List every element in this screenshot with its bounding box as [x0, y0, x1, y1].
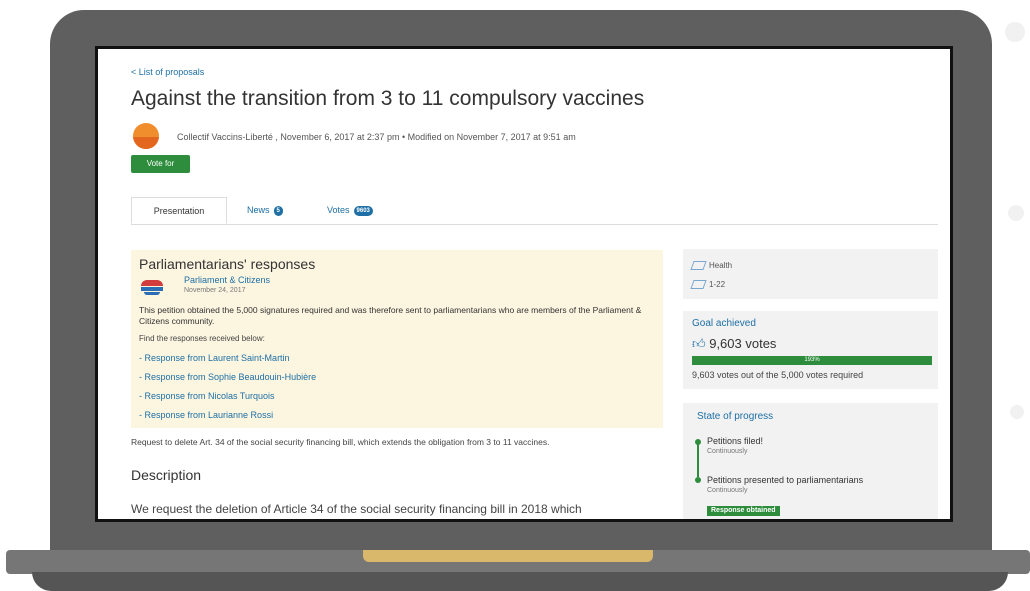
tag-icon [690, 261, 707, 271]
response-obtained-badge: Response obtained [707, 506, 780, 516]
step-title: Petitions filed! [707, 436, 764, 446]
author-avatar [133, 123, 159, 149]
page-title: Against the transition from 3 to 11 comp… [131, 87, 645, 110]
tag-health[interactable]: Health [690, 261, 732, 271]
response-link[interactable]: - Response from Nicolas Turquois [139, 391, 275, 401]
tag-district[interactable]: 1-22 [690, 280, 725, 290]
step-dot [695, 439, 701, 445]
tab-presentation[interactable]: Presentation [131, 197, 227, 224]
tag-icon [690, 280, 707, 290]
thumbs-up-icon: 👍︎ [692, 336, 706, 351]
background-dot [1008, 205, 1024, 221]
tab-news[interactable]: News 5 [247, 197, 283, 224]
response-link[interactable]: - Response from Laurianne Rossi [139, 410, 273, 420]
org-name-link[interactable]: Parliament & Citizens [184, 275, 270, 285]
find-responses-text: Find the responses received below: [139, 334, 265, 343]
description-heading: Description [131, 467, 202, 483]
tab-bar: Presentation News 5 Votes 9603 [131, 197, 938, 225]
parliament-citizens-logo [141, 280, 163, 296]
responses-panel: Parliamentarians' responses Parliament &… [131, 250, 663, 428]
chevron-left-icon: < [131, 67, 139, 77]
request-text: Request to delete Art. 34 of the social … [131, 437, 550, 447]
step-sub: Continuously [707, 448, 748, 455]
response-link[interactable]: - Response from Laurent Saint-Martin [139, 353, 290, 363]
progress-panel: State of progress Petitions filed! Conti… [683, 403, 938, 519]
goal-label: Goal achieved [692, 318, 756, 329]
responses-heading: Parliamentarians' responses [139, 256, 316, 272]
progress-heading: State of progress [697, 411, 774, 422]
background-dot [1010, 405, 1024, 419]
tab-votes[interactable]: Votes 9603 [327, 197, 373, 224]
step-dot [695, 477, 701, 483]
background-dot [1005, 22, 1025, 42]
progress-bar: 193% [692, 356, 932, 365]
laptop-screen: < List of proposals Against the transiti… [95, 46, 953, 522]
votes-count-badge: 9603 [353, 205, 373, 216]
vote-count: 👍︎ 9,603 votes [692, 336, 777, 351]
progress-line [697, 442, 699, 477]
vote-for-button[interactable]: Vote for [131, 155, 190, 173]
description-text: We request the deletion of Article 34 of… [131, 502, 582, 516]
responses-text: This petition obtained the 5,000 signatu… [139, 305, 642, 326]
votes-required-text: 9,603 votes out of the 5,000 votes requi… [692, 370, 864, 380]
tags-panel: Health 1-22 [683, 249, 938, 299]
step-title: Petitions presented to parliamentarians [707, 475, 864, 485]
back-link[interactable]: < List of proposals [131, 67, 204, 77]
news-count-badge: 5 [273, 205, 283, 216]
response-link[interactable]: - Response from Sophie Beaudouin-Hubière [139, 372, 316, 382]
laptop-notch [363, 550, 653, 562]
step-sub: Continuously [707, 487, 748, 494]
author-meta: Collectif Vaccins-Liberté , November 6, … [177, 132, 576, 142]
goal-panel: Goal achieved 👍︎ 9,603 votes 193% 9,603 … [683, 311, 938, 389]
response-date: November 24, 2017 [184, 287, 246, 294]
laptop-bottom [32, 572, 1008, 591]
